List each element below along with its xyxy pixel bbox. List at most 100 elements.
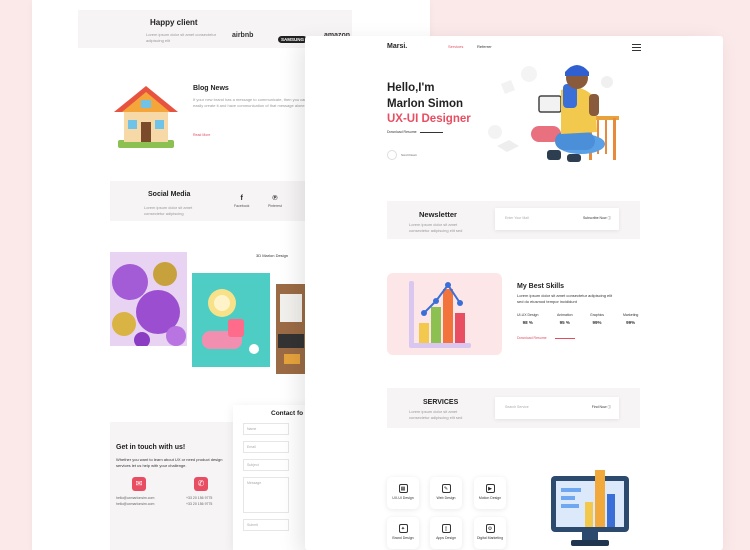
social-text: Lorem ipsum dolor sit amet consectetur a… <box>144 205 193 216</box>
skill-name: UI-UX Design <box>517 313 539 317</box>
email-line-1[interactable]: hello@uxmarlonsim.com <box>116 496 154 500</box>
get-in-touch-title: Get in touch with us! <box>116 444 186 451</box>
skills-download-underline <box>555 338 575 339</box>
service-label: Apps Design <box>436 536 456 540</box>
scroll-down-icon[interactable] <box>387 150 397 160</box>
brand-logo[interactable]: Marsi. <box>387 43 407 50</box>
hero-role: UX-UI Designer <box>387 113 471 125</box>
skill-percent: 95 % <box>559 320 570 325</box>
skill-animation: Animation 95 % <box>557 313 573 325</box>
house-illustration <box>114 86 178 148</box>
nav-services-link[interactable]: Services <box>448 44 463 49</box>
services-section: SERVICES Lorem ipsum dolor sit amet cons… <box>387 388 640 428</box>
skill-name: Marketing <box>623 313 639 317</box>
facebook-link[interactable]: f Facebook <box>234 195 249 208</box>
brand-icon: ✦ <box>398 524 408 533</box>
subscribe-button[interactable]: Subscribe Now ⓘ <box>583 216 611 221</box>
motion-icon: ▶ <box>485 484 495 493</box>
teal-shapes-image <box>192 273 270 367</box>
email-line-2[interactable]: hello@uxmarlonsim.com <box>116 502 154 506</box>
hero-line-2: Marlon Simon <box>387 98 464 110</box>
hero-character-illustration <box>488 65 619 162</box>
resume-underline <box>420 132 443 133</box>
skill-ux-ui: UI-UX Design 98 % <box>517 313 538 325</box>
purple-spheres-image <box>110 252 187 346</box>
facebook-icon: f <box>240 195 243 202</box>
skills-title: My Best Skills <box>517 283 565 290</box>
monitor-illustration <box>551 470 629 546</box>
phone-icon: ▯ <box>441 524 451 533</box>
blog-title: Blog News <box>193 85 229 92</box>
blog-read-more-link[interactable]: Read More <box>193 133 210 137</box>
pen-icon: ✎ <box>441 484 451 493</box>
newsletter-email-input[interactable]: Enter Your Mail <box>505 216 529 220</box>
ui-icon: ▦ <box>398 484 408 493</box>
happy-client-title: Happy client <box>150 18 198 27</box>
front-page: Marsi. Services Referrer Hello,I'm Marlo… <box>305 36 723 550</box>
service-brand-design[interactable]: ✦ Brand Design <box>387 517 419 549</box>
service-ux-ui[interactable]: ▦ UX-UI Design <box>387 477 419 509</box>
blog-text: If your new brand has a message to commu… <box>193 97 307 108</box>
bar-chart-3d-icon <box>409 281 471 348</box>
airbnb-logo: airbnb <box>232 32 254 39</box>
subscribe-label: Subscribe Now <box>582 216 607 220</box>
facebook-label: Facebook <box>234 204 250 208</box>
skill-percent: 98 % <box>522 320 533 325</box>
email-field[interactable]: Email <box>243 441 289 453</box>
newsletter-text: Lorem ipsum dolor sit amet consectetur a… <box>409 222 463 233</box>
contact-form-title: Contact fo <box>271 410 304 417</box>
services-text: Lorem ipsum dolor sit amet consectetur a… <box>409 409 463 420</box>
phone-line-2[interactable]: +33 20 156 9775 <box>186 502 212 506</box>
service-web-design[interactable]: ✎ Web Design <box>430 477 462 509</box>
find-now-button[interactable]: Find Now ⓘ <box>592 405 611 410</box>
skill-name: Animation <box>557 313 573 317</box>
message-field[interactable]: Message <box>243 477 289 513</box>
social-media-section: Social Media Lorem ipsum dolor sit amet … <box>110 181 320 221</box>
nav-referrer-link[interactable]: Referrer <box>477 44 492 49</box>
newsletter-title: Newsletter <box>419 210 457 219</box>
skill-name: Graphics <box>590 313 605 317</box>
service-digital-marketing[interactable]: ⚙ Digital Marketing <box>474 517 506 549</box>
hamburger-menu-icon[interactable] <box>632 44 641 53</box>
arrow-right-icon: ⓘ <box>607 405 612 409</box>
pinterest-link[interactable]: ℗ Pinterest <box>268 195 282 208</box>
services-search-input[interactable]: Search Service <box>505 405 529 409</box>
name-field[interactable]: Name <box>243 423 289 435</box>
samsung-logo: SAMSUNG <box>278 36 308 43</box>
hero-resume-link[interactable]: Download Resume <box>387 130 417 134</box>
hero-line-1: Hello,I'm <box>387 82 435 94</box>
skills-text: Lorem ipsum dolor sit amet consectetur a… <box>517 293 613 304</box>
happy-client-text: Lorem ipsum dolor sit amet consectetur a… <box>146 32 217 43</box>
social-title: Social Media <box>148 191 191 198</box>
pinterest-icon: ℗ <box>272 195 278 202</box>
skill-percent: 99% <box>626 320 636 325</box>
service-label: Brand Design <box>392 536 414 540</box>
service-label: Digital Marketing <box>476 536 504 540</box>
service-label: Web Design <box>436 496 456 500</box>
newsletter-section: Newsletter Lorem ipsum dolor sit amet co… <box>387 201 640 239</box>
service-motion-design[interactable]: ▶ Motion Design <box>474 477 506 509</box>
skills-download-link[interactable]: Download Resume <box>517 336 547 340</box>
arrow-right-icon: ⓘ <box>607 216 612 220</box>
hero-heading: Hello,I'm Marlon Simon <box>387 80 463 112</box>
mail-icon: ✉ <box>132 477 146 491</box>
skills-chart-illustration <box>387 273 502 355</box>
design-tag: 3D Marlon Design <box>256 253 289 258</box>
services-search-group: Search Service Find Now ⓘ <box>495 397 619 419</box>
services-title: SERVICES <box>423 399 459 406</box>
service-label: Motion Design <box>478 496 502 500</box>
get-in-touch-text: Whether you want to learn about UX or ne… <box>116 457 223 468</box>
newsletter-input-group: Enter Your Mail Subscribe Now ⓘ <box>495 208 619 230</box>
service-label: UX-UI Design <box>392 496 414 500</box>
skill-percent: 99% <box>592 320 602 325</box>
phone-line-1[interactable]: +33 20 156 9775 <box>186 496 212 500</box>
phone-icon: ✆ <box>194 477 208 491</box>
skill-graphics: Graphics 99% <box>590 313 604 325</box>
desk-photo-image <box>276 284 306 374</box>
service-apps-design[interactable]: ▯ Apps Design <box>430 517 462 549</box>
find-now-label: Find Now <box>591 405 607 409</box>
gear-icon: ⚙ <box>485 524 495 533</box>
scroll-down-label: Scroll Down <box>401 153 418 157</box>
submit-button[interactable]: Submit <box>243 519 289 531</box>
subject-field[interactable]: Subject <box>243 459 289 471</box>
